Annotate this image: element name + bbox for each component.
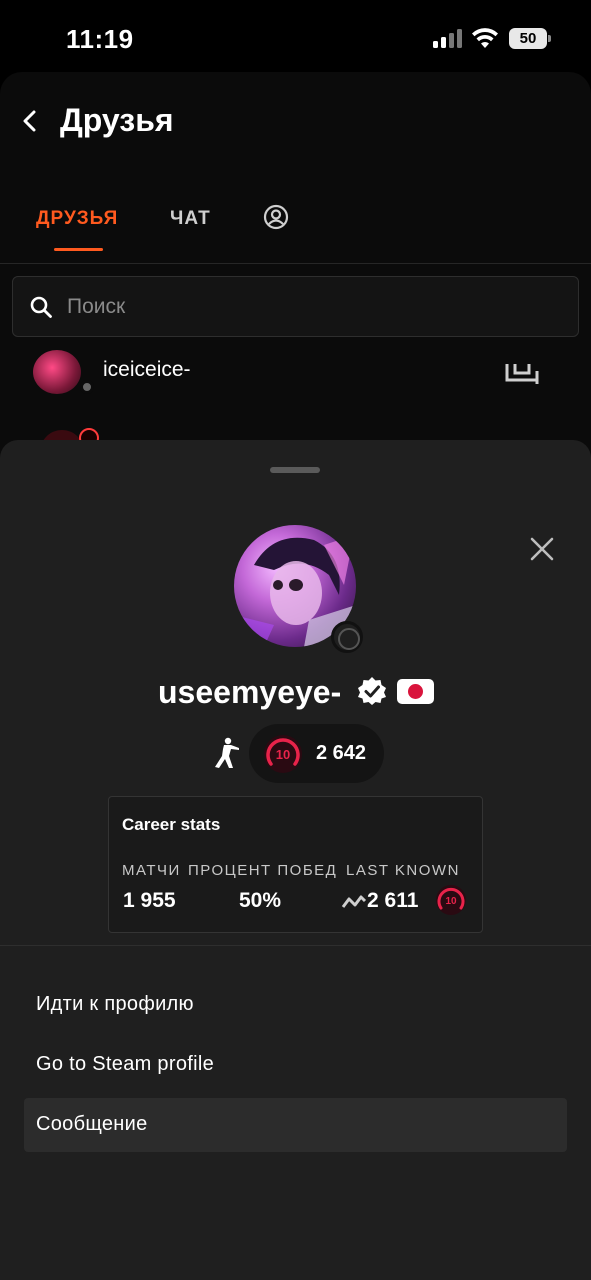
winrate-value: 50% (239, 889, 282, 912)
level-10-badge-icon: 10 (264, 735, 302, 773)
online-status-indicator (331, 621, 363, 653)
menu-item-label: Идти к профилю (36, 993, 194, 1015)
friend-list-item[interactable]: iceiceice- (0, 348, 591, 410)
career-stats-title: Career stats (122, 815, 221, 834)
winrate-label: ПРОЦЕНТ ПОБЕД (188, 862, 338, 879)
profile-bottom-sheet: useemyeye- 10 2 642 Career stats МАТЧИ П… (0, 440, 591, 1280)
matches-value: 1 955 (123, 889, 176, 912)
elo-value: 2 642 (316, 742, 367, 764)
search-icon (30, 296, 52, 318)
friend-name: iceiceice- (103, 358, 191, 381)
japan-flag-icon (397, 679, 434, 704)
battery-icon: 50 (509, 28, 551, 49)
trend-icon (341, 895, 367, 908)
username: useemyeye- (158, 674, 342, 710)
close-icon[interactable] (528, 535, 556, 563)
battery-level: 50 (509, 28, 547, 49)
go-to-steam-profile-button[interactable]: Go to Steam profile (24, 1038, 567, 1092)
tab-bar: ДРУЗЬЯ ЧАТ (0, 190, 591, 264)
party-invite-icon[interactable] (505, 360, 539, 386)
profile-icon[interactable] (263, 204, 289, 230)
cellular-signal-icon (433, 29, 462, 48)
status-time: 11:19 (66, 24, 134, 54)
go-to-profile-button[interactable]: Идти к профилю (24, 978, 567, 1032)
level-10-badge-icon: 10 (436, 885, 466, 915)
divider (0, 945, 591, 946)
wifi-icon (472, 28, 498, 48)
send-message-button[interactable]: Сообщение (24, 1098, 567, 1152)
tab-chat[interactable]: ЧАТ (170, 208, 211, 230)
page-title: Друзья (60, 102, 174, 138)
menu-item-label: Сообщение (36, 1113, 148, 1135)
matches-label: МАТЧИ (122, 862, 181, 879)
verified-badge-icon (358, 677, 386, 705)
back-chevron-icon[interactable] (18, 106, 40, 136)
status-bar: 11:19 50 (0, 0, 591, 70)
tab-friends[interactable]: ДРУЗЬЯ (36, 208, 118, 230)
menu-item-label: Go to Steam profile (36, 1053, 215, 1075)
friend-status-indicator (80, 380, 94, 394)
search-bar (12, 276, 579, 337)
cs-player-icon (215, 737, 239, 768)
elo-pill: 10 2 642 (249, 724, 384, 783)
sheet-drag-handle[interactable] (270, 467, 320, 473)
last-known-level: 10 (445, 896, 457, 907)
level-number: 10 (276, 747, 290, 762)
active-tab-indicator (54, 248, 103, 251)
last-known-label: LAST KNOWN (346, 862, 460, 879)
username-row: useemyeye- (0, 670, 591, 714)
search-input[interactable] (67, 277, 547, 336)
career-stats-card: Career stats МАТЧИ ПРОЦЕНТ ПОБЕД LAST KN… (108, 796, 483, 933)
last-known-value: 2 611 (367, 889, 419, 912)
friend-avatar (33, 350, 81, 394)
